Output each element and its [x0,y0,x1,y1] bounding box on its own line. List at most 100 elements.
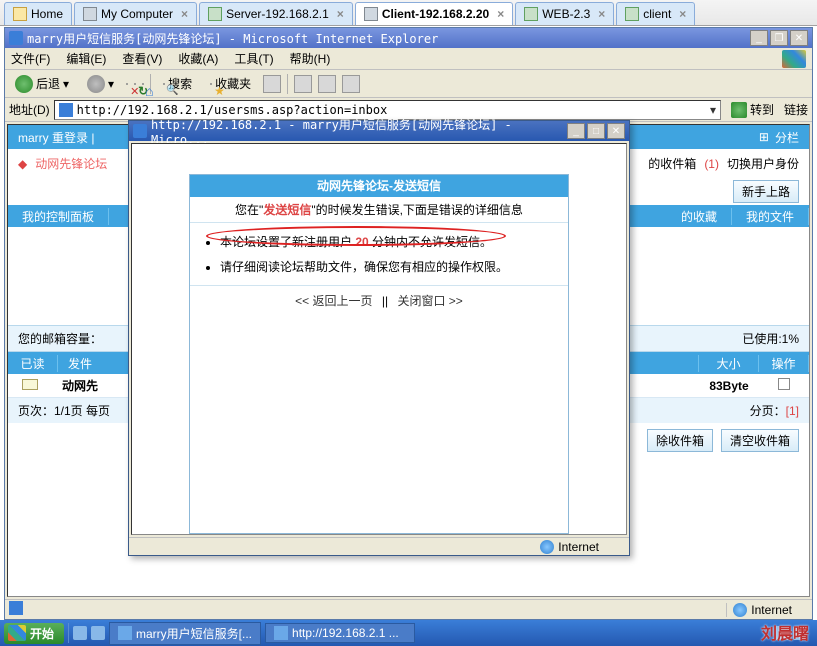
task-ie-main[interactable]: marry用户短信服务[... [109,622,261,645]
vm-tab-label: Client-192.168.2.20 [382,7,489,21]
dropdown-icon: ▾ [63,77,69,91]
row-size: 83Byte [699,379,759,393]
links-label[interactable]: 链接 [784,101,808,118]
close-icon[interactable]: × [679,7,686,21]
page-icon [59,103,73,117]
search-button[interactable]: 搜索 [157,73,198,94]
split-link[interactable]: 分栏 [775,129,799,146]
popup-titlebar[interactable]: http://192.168.2.1 - marry用户短信服务[动网先锋论坛]… [129,121,629,141]
close-button[interactable]: ✕ [607,123,625,139]
close-icon[interactable]: × [497,7,504,21]
go-button[interactable]: 转到 [725,99,780,120]
menu-view[interactable]: 查看(V) [122,50,162,67]
history-button[interactable] [263,75,281,93]
back-label: 后退 [36,75,60,92]
error-footer: << 返回上一页 || 关闭窗口 >> [190,285,568,315]
edit-button[interactable] [342,75,360,93]
close-button[interactable]: ✕ [790,30,808,46]
back-icon [15,75,33,93]
popup-statusbar: Internet [129,537,629,555]
close-icon[interactable]: × [181,7,188,21]
dropdown-icon: ▾ [108,77,114,91]
popup-window: http://192.168.2.1 - marry用户短信服务[动网先锋论坛]… [128,120,630,556]
home-button[interactable] [142,83,144,85]
print-button[interactable] [318,75,336,93]
task-label: http://192.168.2.1 ... [292,626,399,640]
globe-icon [733,603,747,617]
windows-flag-icon [8,625,26,641]
windows-flag-icon [782,50,806,68]
start-button[interactable]: 开始 [4,623,64,644]
split-icon: ⊞ [759,130,769,144]
taskbar: 开始 marry用户短信服务[... http://192.168.2.1 ..… [0,620,817,646]
pc-icon [83,7,97,21]
vm-tab-server[interactable]: Server-192.168.2.1× [199,2,353,25]
row-checkbox[interactable] [778,378,790,390]
task-label: marry用户短信服务[... [136,625,252,642]
vm-tab-my-computer[interactable]: My Computer × [74,2,197,25]
forward-button[interactable]: ▾ [81,73,120,95]
switch-identity-link[interactable]: 切换用户身份 [727,155,799,172]
popup-title: http://192.168.2.1 - marry用户短信服务[动网先锋论坛]… [151,116,567,147]
search-icon [163,83,165,85]
error-title: 动网先锋论坛-发送短信 [190,175,568,197]
vm-tab-label: Home [31,7,63,21]
page-current[interactable]: [1] [786,404,799,418]
newbie-button[interactable]: 新手上路 [733,180,799,203]
go-label: 转到 [750,101,774,118]
maximize-button[interactable]: □ [587,123,605,139]
stop-button[interactable] [126,83,128,85]
menu-file[interactable]: 文件(F) [11,50,50,67]
ie-titlebar: marry用户短信服务[动网先锋论坛] - Microsoft Internet… [5,28,812,48]
forum-link[interactable]: 动网先锋论坛 [35,155,107,172]
vm-tabs: Home My Computer × Server-192.168.2.1× Cl… [0,0,817,26]
vm-tab-client[interactable]: Client-192.168.2.20 × [355,2,513,25]
close-icon[interactable]: × [598,7,605,21]
login-info: marry 重登录 | [18,131,94,145]
ie-statusbar: Internet [5,599,812,619]
delete-inbox-button[interactable]: 除收件箱 [647,429,713,452]
back-button[interactable]: 后退▾ [9,73,75,95]
minimize-button[interactable]: _ [750,30,768,46]
menu-tools[interactable]: 工具(T) [234,50,273,67]
pc-icon [364,7,378,21]
maximize-button[interactable]: ❐ [770,30,788,46]
favorites-button[interactable]: 收藏夹 [204,73,257,94]
inbox-label: 的收件箱 [648,155,696,172]
clear-inbox-button[interactable]: 清空收件箱 [721,429,799,452]
ie-icon [9,601,23,615]
mail-button[interactable] [294,75,312,93]
nav-control-panel[interactable]: 我的控制面板 [8,208,109,225]
vm-tab-web[interactable]: WEB-2.3 × [515,2,614,25]
th-read: 已读 [8,355,58,372]
nav-favorites[interactable]: 的收藏 [667,208,732,225]
menu-favorites[interactable]: 收藏(A) [178,50,218,67]
vm-tab-client2[interactable]: client × [616,2,695,25]
vm-tab-label: WEB-2.3 [542,7,590,21]
action-name: 发送短信 [263,203,311,217]
close-link[interactable]: 关闭窗口 >> [397,294,462,308]
separator: || [382,294,388,308]
vm-tab-label: My Computer [101,7,173,21]
address-label: 地址(D) [9,101,50,118]
bullet-icon: ◆ [18,157,27,171]
vm-tab-label: client [643,7,671,21]
quicklaunch-icon[interactable] [91,626,105,640]
close-icon[interactable]: × [337,7,344,21]
zone-label: Internet [751,603,792,617]
server-icon [625,7,639,21]
menu-help[interactable]: 帮助(H) [290,50,331,67]
error-item-1: 本论坛设置了新注册用户 20 分钟内不允许发短信。 [220,229,554,254]
nav-files[interactable]: 我的文件 [732,208,809,225]
mail-icon [22,379,38,390]
th-size: 大小 [699,355,759,372]
back-link[interactable]: << 返回上一页 [295,294,372,308]
refresh-button[interactable] [134,83,136,85]
vm-tab-home[interactable]: Home [4,2,72,25]
dropdown-icon[interactable]: ▾ [710,103,716,117]
minimize-button[interactable]: _ [567,123,585,139]
task-ie-popup[interactable]: http://192.168.2.1 ... [265,623,415,643]
quicklaunch-icon[interactable] [73,626,87,640]
ie-icon [9,31,23,45]
menu-edit[interactable]: 编辑(E) [66,50,106,67]
